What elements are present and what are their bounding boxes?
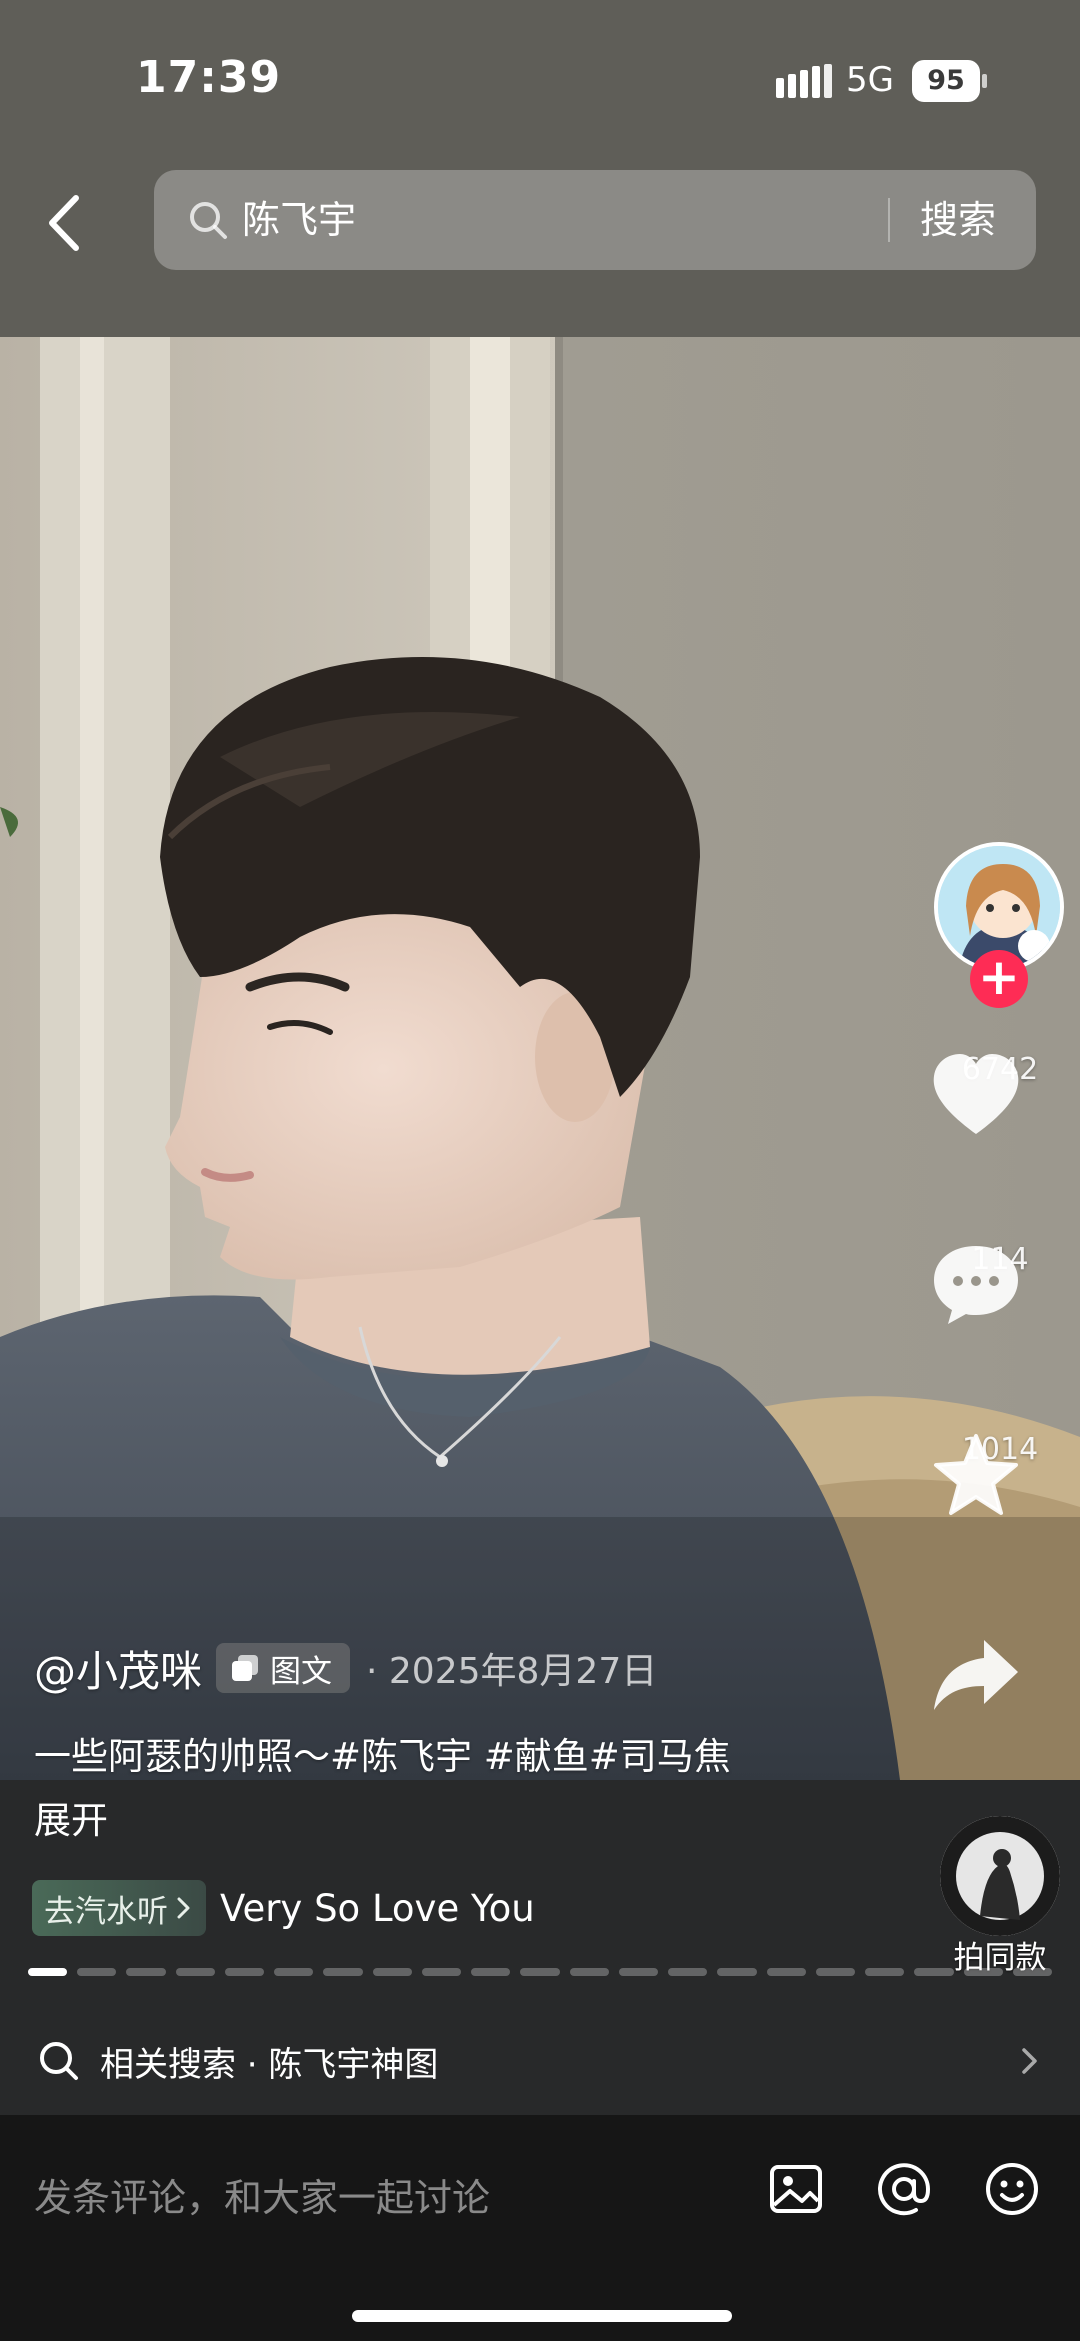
post-caption[interactable]: 一些阿瑟的帅照～#陈飞宇 #献鱼#司马焦 [34, 1726, 731, 1780]
post-type-badge: 图文 [216, 1643, 351, 1693]
pager-dot [421, 1968, 462, 1976]
pager-dot [372, 1968, 412, 1976]
post-date: · 2025年8月27日 [366, 1651, 658, 1692]
pager-dot [914, 1968, 954, 1976]
post-type-label: 图文 [270, 1653, 333, 1690]
music-title: Very So Love You [220, 1886, 535, 1930]
home-indicator [352, 2310, 732, 2322]
favorite-button[interactable]: 1014 [930, 1432, 1070, 1515]
music-app-label: 去汽水听 [44, 1893, 168, 1930]
search-input[interactable]: 陈飞宇 [242, 192, 356, 248]
music-app-chip[interactable]: 去汽水听 [32, 1880, 206, 1936]
pager-dot [520, 1968, 560, 1976]
chevron-right-icon [177, 1897, 190, 1919]
related-search[interactable]: 相关搜索 · 陈飞宇神图 [38, 2034, 438, 2088]
like-button[interactable]: 6742 [930, 1052, 1070, 1134]
music-row[interactable]: 去汽水听 Very So Love You [32, 1880, 535, 1936]
top-area: 17:39 5G 95 陈飞宇 搜索 [0, 0, 1080, 337]
author-name[interactable]: @小茂咪 [34, 1638, 202, 1699]
pager-dot [865, 1968, 905, 1976]
status-bar: 17:39 5G 95 [0, 0, 1080, 150]
comment-input[interactable]: 发条评论，和大家一起讨论 [34, 2167, 490, 2222]
share-icon [934, 1640, 1018, 1710]
follow-button[interactable]: + [970, 950, 1028, 1008]
battery-level: 95 [912, 60, 980, 102]
battery-cap [982, 74, 987, 88]
pager-dot [618, 1968, 659, 1976]
search-button[interactable]: 搜索 [920, 192, 996, 248]
pager-dot [668, 1968, 708, 1976]
image-pager [28, 1968, 1052, 1976]
expand-button[interactable]: 展开 [34, 1790, 108, 1844]
author-line: @小茂咪 图文 · 2025年8月27日 [34, 1638, 657, 1698]
album-icon [232, 1655, 259, 1681]
comment-bar: 发条评论，和大家一起讨论 [0, 2115, 1080, 2341]
photo-illustration [0, 337, 1080, 1780]
pager-dot [569, 1968, 609, 1976]
search-divider [888, 198, 890, 242]
back-icon[interactable] [36, 188, 92, 258]
emoji-icon[interactable] [982, 2159, 1042, 2219]
chevron-right-icon[interactable] [1018, 2044, 1042, 2078]
disc-art [940, 1816, 1060, 1936]
post-info-panel: 展开 去汽水听 Very So Love You 拍同款 相关搜索 · 陈飞宇神… [0, 1780, 1080, 2115]
image-icon[interactable] [766, 2159, 826, 2219]
related-search-label: 相关搜索 · 陈飞宇神图 [100, 2044, 439, 2085]
pager-dot [28, 1968, 68, 1976]
same-style-button[interactable]: 拍同款 [938, 1816, 1062, 1976]
pager-dot [815, 1968, 856, 1976]
music-disc-icon [940, 1816, 1060, 1936]
post-image[interactable]: + 6742 114 1014 [0, 337, 1080, 1780]
pager-dot [323, 1968, 363, 1976]
pager-dot [471, 1968, 511, 1976]
battery-icon: 95 [912, 60, 987, 102]
pager-dot [717, 1968, 757, 1976]
pager-dot [1012, 1968, 1052, 1976]
search-box[interactable]: 陈飞宇 搜索 [154, 170, 1036, 270]
pager-dot [766, 1968, 806, 1976]
heart-icon [933, 1054, 1019, 1134]
star-icon [934, 1434, 1018, 1515]
pager-dot [963, 1968, 1003, 1976]
status-time: 17:39 [136, 52, 282, 103]
search-icon [190, 202, 227, 239]
pager-dot [175, 1968, 215, 1976]
post-date-value: 2025年8月27日 [388, 1651, 658, 1692]
pager-dot [77, 1968, 117, 1976]
at-icon[interactable] [874, 2159, 934, 2219]
pager-dot [126, 1968, 166, 1976]
search-icon [40, 2042, 78, 2080]
comment-button[interactable]: 114 [930, 1242, 1070, 1324]
pager-dot [274, 1968, 314, 1976]
comment-icon [934, 1246, 1018, 1324]
signal-icon [776, 64, 832, 98]
pager-dot [224, 1968, 265, 1976]
network-type: 5G [846, 60, 894, 100]
